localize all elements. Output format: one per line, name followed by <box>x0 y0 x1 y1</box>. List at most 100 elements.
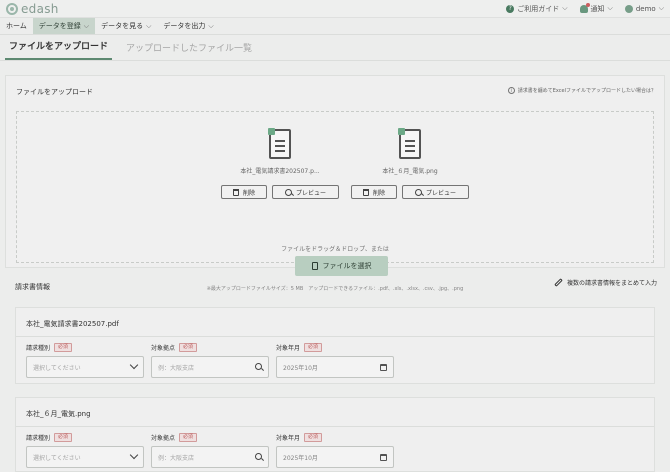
drag-drop-hint: ファイルをドラッグ＆ドロップ、または <box>281 246 389 253</box>
logo-text: edash <box>21 1 59 16</box>
target-month-picker[interactable]: 2025年10月 <box>276 446 394 468</box>
target-month-picker[interactable]: 2025年10月 <box>276 356 394 378</box>
target-month-field: 対象年月 必須 2025年10月 <box>276 343 394 378</box>
nav-register-label: データを登録 <box>38 22 81 30</box>
target-month-label: 対象年月 <box>276 345 301 352</box>
calendar-icon <box>380 454 387 461</box>
info-icon: i <box>507 87 515 94</box>
search-icon[interactable] <box>255 453 262 460</box>
invoice-type-select[interactable]: 選択してください <box>26 356 144 378</box>
preview-label: プレビュー <box>425 189 456 197</box>
app-root: edash ? ご利用ガイド ⌵ 通知 ⌵ demo ⌵ ホーム データを登録 … <box>0 0 670 472</box>
invoice-file-name: 本社_電気請求書202507.pdf <box>26 320 119 328</box>
invoice-type-field: 請求種別 必須 選択してください <box>26 433 144 468</box>
top-bar: edash ? ご利用ガイド ⌵ 通知 ⌵ demo ⌵ <box>0 0 670 18</box>
pencil-icon <box>554 278 563 287</box>
excel-help-link[interactable]: i 請求書を纏めてExcelファイルでアップロードしたい場合は？ <box>507 87 656 94</box>
trash-icon <box>362 188 369 196</box>
file-actions: 削除 プレビュー <box>215 185 345 199</box>
invoice-form: 本社_６月_電気.png 請求種別 必須 選択してください 対象拠点 必須 例：… <box>15 397 655 472</box>
invoice-type-label: 請求種別 <box>26 345 51 352</box>
invoice-type-placeholder: 選択してください <box>33 364 81 372</box>
delete-label: 削除 <box>372 189 385 197</box>
calendar-icon <box>380 364 387 371</box>
invoice-type-select[interactable]: 選択してください <box>26 446 144 468</box>
bulk-input-link[interactable]: 複数の請求書情報をまとめて入力 <box>554 278 657 287</box>
main-nav: ホーム データを登録 ⌵ データを見る ⌵ データを出力 ⌵ <box>0 18 670 35</box>
nav-export-data[interactable]: データを出力 ⌵ <box>157 18 219 34</box>
document-icon <box>398 128 421 159</box>
notification-menu[interactable]: 通知 ⌵ <box>579 2 613 14</box>
chevron-down-icon: ⌵ <box>562 4 568 12</box>
nav-view-label: データを見る <box>101 22 144 30</box>
search-icon <box>284 188 292 196</box>
tab-upload[interactable]: ファイルをアップロード <box>5 39 113 60</box>
target-month-label: 対象年月 <box>276 435 301 442</box>
chevron-down-icon <box>129 360 139 370</box>
chevron-down-icon: ⌵ <box>208 21 214 30</box>
tab-uploaded-list[interactable]: アップロードしたファイル一覧 <box>122 41 256 60</box>
delete-button[interactable]: 削除 <box>351 185 397 199</box>
question-icon: ? <box>506 4 515 13</box>
upload-card: ファイルをアップロード i 請求書を纏めてExcelファイルでアップロードしたい… <box>5 75 665 292</box>
preview-button[interactable]: プレビュー <box>402 185 469 199</box>
delete-label: 削除 <box>242 189 255 197</box>
nav-home[interactable]: ホーム <box>0 18 33 34</box>
uploaded-file: 本社_電気請求書202507.p... 削除 プレビュー <box>215 128 345 199</box>
chevron-down-icon <box>129 450 139 460</box>
target-site-input[interactable]: 例：大阪支店 <box>151 356 269 378</box>
nav-register-data[interactable]: データを登録 ⌵ <box>32 18 96 34</box>
target-site-placeholder: 例：大阪支店 <box>158 364 195 372</box>
chevron-down-icon: ⌵ <box>658 4 664 12</box>
divider <box>16 426 654 427</box>
document-icon <box>268 128 291 159</box>
bulk-input-label: 複数の請求書情報をまとめて入力 <box>566 280 657 287</box>
target-site-input[interactable]: 例：大阪支店 <box>151 446 269 468</box>
chevron-down-icon: ⌵ <box>146 21 152 30</box>
file-dropzone[interactable]: 本社_電気請求書202507.p... 削除 プレビュー 本社_６月_電気.pn… <box>16 111 654 292</box>
invoice-type-label: 請求種別 <box>26 435 51 442</box>
file-actions: 削除 プレビュー <box>345 185 475 199</box>
required-badge: 必須 <box>179 343 198 352</box>
search-icon <box>414 188 422 196</box>
invoice-type-placeholder: 選択してください <box>33 454 81 462</box>
bell-icon <box>579 2 590 13</box>
page-tabs: ファイルをアップロード アップロードしたファイル一覧 <box>0 35 670 61</box>
notify-label: 通知 <box>590 4 605 13</box>
guide-link[interactable]: ? ご利用ガイド ⌵ <box>506 4 568 14</box>
target-month-value: 2025年10月 <box>283 454 318 462</box>
logo[interactable]: edash <box>6 2 59 16</box>
invoice-file-name: 本社_６月_電気.png <box>26 410 91 418</box>
nav-view-data[interactable]: データを見る ⌵ <box>95 18 157 34</box>
required-badge: 必須 <box>54 343 73 352</box>
required-badge: 必須 <box>304 343 323 352</box>
invoice-form: 本社_電気請求書202507.pdf 請求種別 必須 選択してください 対象拠点… <box>15 307 655 384</box>
uploaded-file: 本社_６月_電気.png 削除 プレビュー <box>345 128 475 199</box>
logo-icon <box>6 2 18 15</box>
file-name: 本社_電気請求書202507.p... <box>240 168 320 175</box>
target-month-value: 2025年10月 <box>283 364 318 372</box>
chevron-down-icon: ⌵ <box>83 21 90 30</box>
user-menu[interactable]: demo ⌵ <box>624 4 664 13</box>
preview-label: プレビュー <box>295 189 326 197</box>
nav-home-label: ホーム <box>6 22 27 30</box>
invoice-section-header: 請求書情報 複数の請求書情報をまとめて入力 <box>5 269 665 297</box>
header-actions: ? ご利用ガイド ⌵ 通知 ⌵ demo ⌵ <box>506 2 664 14</box>
target-month-field: 対象年月 必須 2025年10月 <box>276 433 394 468</box>
file-name: 本社_６月_電気.png <box>382 168 438 175</box>
target-site-label: 対象拠点 <box>151 435 176 442</box>
user-icon <box>624 4 633 13</box>
trash-icon <box>232 188 239 196</box>
target-site-placeholder: 例：大阪支店 <box>158 454 195 462</box>
excel-help-label: 請求書を纏めてExcelファイルでアップロードしたい場合は？ <box>517 88 656 94</box>
invoice-type-field: 請求種別 必須 選択してください <box>26 343 144 378</box>
preview-button[interactable]: プレビュー <box>272 185 339 199</box>
target-site-label: 対象拠点 <box>151 345 176 352</box>
chevron-down-icon: ⌵ <box>607 4 613 12</box>
search-icon[interactable] <box>255 363 262 370</box>
divider <box>16 336 654 337</box>
guide-label: ご利用ガイド <box>517 4 560 13</box>
invoice-section-title: 請求書情報 <box>15 283 50 291</box>
delete-button[interactable]: 削除 <box>221 185 267 199</box>
required-badge: 必須 <box>179 433 198 442</box>
